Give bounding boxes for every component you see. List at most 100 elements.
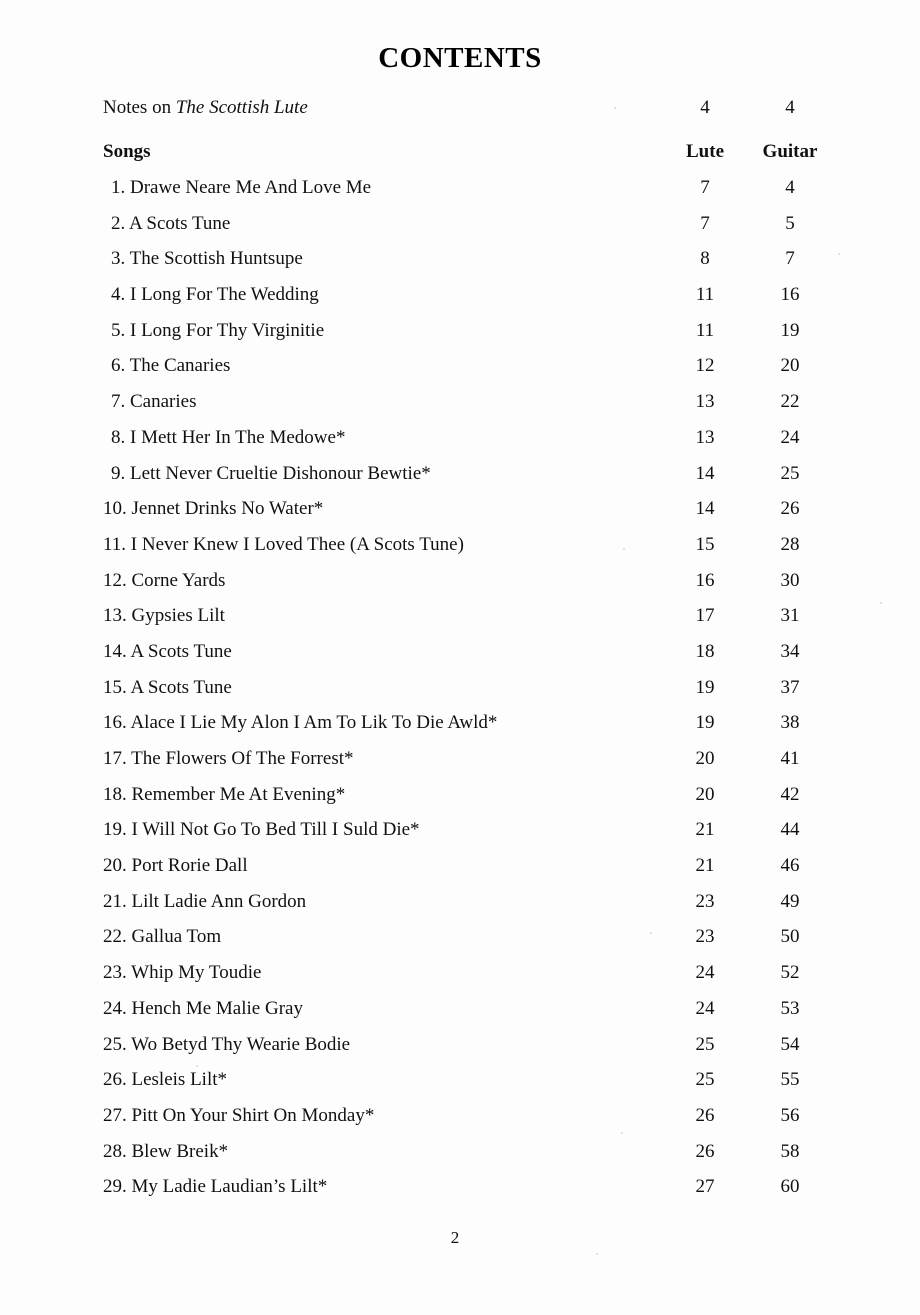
toc-entry-row: 15. A Scots Tune 19 37 — [0, 676, 920, 712]
toc-entry-row: 9. Lett Never Crueltie Dishonour Bewtie*… — [0, 462, 920, 498]
toc-entry-lute-page: 20 — [695, 783, 715, 805]
toc-entry-title: 11. I Never Knew I Loved Thee (A Scots T… — [103, 533, 464, 555]
toc-entry-guitar-page: 30 — [780, 569, 800, 591]
toc-entry-row: 29. My Ladie Laudian’s Lilt* 27 60 — [0, 1175, 920, 1211]
column-header-guitar: Guitar — [762, 141, 818, 162]
toc-entry-lute-page: 18 — [695, 640, 715, 662]
toc-entry-lute-page: 11 — [695, 319, 715, 341]
toc-entry-title: 21. Lilt Ladie Ann Gordon — [103, 890, 307, 912]
toc-entry-lute-page: 13 — [695, 426, 715, 448]
toc-entry-title: 1. Drawe Neare Me And Love Me — [111, 177, 372, 198]
toc-entry-guitar-page: 41 — [780, 748, 800, 769]
toc-entry-lute-page: 12 — [695, 355, 715, 377]
toc-entry-lute-page: 19 — [695, 712, 715, 734]
toc-entry-guitar-page: 50 — [780, 926, 800, 948]
toc-entry-row: 4. I Long For The Wedding 11 16 — [0, 283, 920, 319]
toc-entry-title: 14. A Scots Tune — [103, 640, 232, 662]
toc-entry-row: 2. A Scots Tune 7 5 — [0, 212, 920, 248]
toc-entry-title: 9. Lett Never Crueltie Dishonour Bewtie* — [111, 462, 431, 484]
page-title: CONTENTS — [378, 42, 542, 74]
toc-entry-row: 24. Hench Me Malie Gray 24 53 — [0, 997, 920, 1033]
toc-entry-guitar-page: 60 — [780, 1176, 800, 1198]
toc-entry-guitar-page: 19 — [780, 319, 800, 341]
toc-entry-lute-page: 11 — [695, 284, 715, 306]
toc-entry-lute-page: 21 — [695, 819, 715, 841]
toc-entry-row: 26. Lesleis Lilt* 25 55 — [0, 1068, 920, 1104]
toc-entry-lute-page: 13 — [695, 391, 715, 413]
notes-lute-page: 4 — [700, 97, 710, 118]
toc-entry-lute-page: 26 — [695, 1104, 715, 1126]
toc-entry-row: 23. Whip My Toudie 24 52 — [0, 961, 920, 997]
toc-entry-guitar-page: 16 — [780, 284, 800, 306]
scan-speck — [621, 1132, 623, 1134]
toc-entry-guitar-page: 25 — [780, 462, 800, 484]
toc-entry-guitar-page: 5 — [785, 212, 795, 234]
toc-entry-lute-page: 19 — [695, 676, 715, 698]
toc-entry-lute-page: 24 — [695, 997, 715, 1019]
toc-entry-title: 26. Lesleis Lilt* — [103, 1069, 228, 1091]
toc-entry-title: 2. A Scots Tune — [111, 212, 231, 234]
toc-entry-title: 28. Blew Breik* — [103, 1140, 229, 1162]
toc-entry-guitar-page: 28 — [780, 533, 800, 555]
toc-entry-title: 3. The Scottish Huntsupe — [111, 248, 303, 270]
toc-entry-guitar-page: 49 — [780, 890, 800, 912]
toc-entry-guitar-page: 52 — [780, 962, 800, 984]
toc-entry-lute-page: 24 — [695, 962, 715, 984]
toc-entry-title: 5. I Long For Thy Virginitie — [111, 319, 325, 341]
toc-entry-guitar-page: 4 — [785, 177, 795, 198]
toc-entry-row: 5. I Long For Thy Virginitie 11 19 — [0, 319, 920, 355]
scan-speck — [596, 1253, 598, 1255]
toc-entry-title: 20. Port Rorie Dall — [103, 855, 248, 877]
toc-entry-title: 17. The Flowers Of The Forrest* — [103, 748, 354, 769]
toc-entry-title: 24. Hench Me Malie Gray — [103, 997, 303, 1019]
notes-entry-label: Notes on The Scottish Lute — [103, 96, 308, 120]
toc-entry-row: 17. The Flowers Of The Forrest* 20 41 — [0, 747, 920, 783]
toc-entry-row: 11. I Never Knew I Loved Thee (A Scots T… — [0, 533, 920, 569]
toc-entry-guitar-page: 42 — [780, 783, 800, 805]
toc-entry-row: 8. I Mett Her In The Medowe* 13 24 — [0, 426, 920, 462]
toc-entry-title: 6. The Canaries — [111, 355, 231, 377]
toc-entry-title: 25. Wo Betyd Thy Wearie Bodie — [103, 1033, 351, 1055]
toc-entry-guitar-page: 46 — [780, 855, 800, 877]
toc-entry-lute-page: 26 — [695, 1140, 715, 1162]
toc-entry-lute-page: 14 — [695, 498, 715, 520]
page-number: 2 — [0, 1228, 920, 1248]
toc-entry-guitar-page: 22 — [780, 391, 800, 413]
toc-entry-guitar-page: 24 — [780, 426, 800, 448]
toc-entry-guitar-page: 26 — [780, 498, 800, 520]
toc-entry-guitar-page: 44 — [780, 819, 800, 841]
toc-entry-row: 7. Canaries 13 22 — [0, 390, 920, 426]
toc-entry-guitar-page: 34 — [780, 640, 800, 662]
column-header-lute: Lute — [686, 141, 724, 162]
toc-entry-lute-page: 25 — [695, 1069, 715, 1091]
toc-entry-guitar-page: 7 — [785, 248, 795, 270]
toc-entry-guitar-page: 58 — [780, 1140, 800, 1162]
toc-entry-title: 27. Pitt On Your Shirt On Monday* — [103, 1104, 375, 1126]
toc-entry-list: 1. Drawe Neare Me And Love Me 7 4 2. A Scot… — [0, 176, 920, 1211]
toc-entry-guitar-page: 20 — [780, 355, 800, 377]
toc-entry-row: 16. Alace I Lie My Alon I Am To Lik To D… — [0, 711, 920, 747]
toc-entry-title: 10. Jennet Drinks No Water* — [103, 498, 324, 520]
toc-entry-guitar-page: 56 — [780, 1104, 800, 1126]
toc-entry-title: 7. Canaries — [111, 391, 197, 413]
scan-speck — [614, 107, 616, 109]
toc-entry-lute-page: 21 — [695, 855, 715, 877]
scan-speck — [838, 253, 840, 255]
toc-entry-row: 14. A Scots Tune 18 34 — [0, 640, 920, 676]
toc-entry-row: 27. Pitt On Your Shirt On Monday* 26 56 — [0, 1104, 920, 1140]
toc-entry-title: 16. Alace I Lie My Alon I Am To Lik To D… — [103, 712, 498, 734]
toc-entry-row: 25. Wo Betyd Thy Wearie Bodie 25 54 — [0, 1033, 920, 1069]
table-of-contents: Notes on The Scottish Lute 4 4 Songs Lut… — [0, 96, 920, 1211]
toc-entry-lute-page: 27 — [695, 1176, 715, 1198]
toc-entry-lute-page: 25 — [695, 1033, 715, 1055]
toc-entry-lute-page: 15 — [695, 533, 715, 555]
toc-entry-row: 3. The Scottish Huntsupe 8 7 — [0, 247, 920, 283]
songs-heading-label: Songs — [103, 141, 151, 162]
toc-entry-title: 12. Corne Yards — [103, 569, 226, 591]
toc-entry-guitar-page: 53 — [780, 997, 800, 1019]
toc-entry-lute-page: 23 — [695, 926, 715, 948]
toc-entry-row: 1. Drawe Neare Me And Love Me 7 4 — [0, 176, 920, 212]
toc-entry-row: 12. Corne Yards 16 30 — [0, 569, 920, 605]
scan-speck — [623, 548, 625, 550]
notes-guitar-page: 4 — [785, 97, 795, 118]
